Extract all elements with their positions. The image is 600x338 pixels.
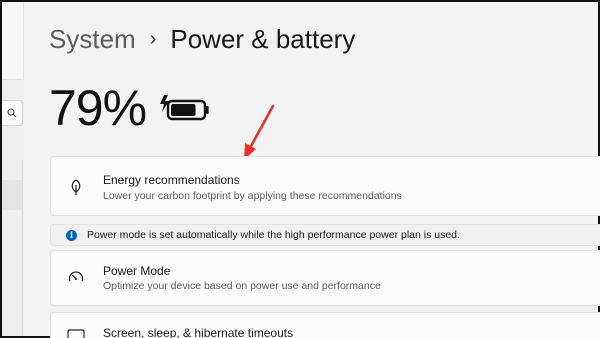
frame-border-top [0, 0, 600, 2]
annotation-arrow [244, 104, 275, 160]
page-title: Power & battery [170, 23, 356, 54]
sidebar-divider [22, 160, 23, 336]
card-title: Power Mode [103, 264, 171, 278]
info-banner-text: Power mode is set automatically while th… [87, 229, 460, 241]
battery-charging-icon [160, 95, 209, 121]
search-icon [7, 108, 17, 118]
breadcrumb-separator: › [149, 27, 157, 50]
power-mode-card[interactable]: Power Mode Optimize your device based on… [50, 250, 600, 306]
info-banner: i Power mode is set automatically while … [50, 224, 600, 246]
gauge-icon [68, 271, 84, 282]
battery-level-fill [171, 104, 196, 116]
sidebar-search-box[interactable] [2, 100, 23, 126]
sidebar-profile-area [2, 2, 24, 80]
breadcrumb-parent-link[interactable]: System [49, 24, 136, 55]
card-title: Energy recommendations [103, 173, 240, 187]
screen-sleep-icon [67, 329, 85, 338]
energy-recommendations-card[interactable]: Energy recommendations Lower your carbon… [50, 156, 600, 216]
sidebar-item-selected[interactable] [2, 180, 22, 210]
info-icon: i [66, 229, 77, 241]
card-subtitle: Optimize your device based on power use … [103, 280, 381, 292]
screen-sleep-card[interactable]: Screen, sleep, & hibernate timeouts [50, 312, 600, 338]
breadcrumb: System › Power & battery [49, 22, 355, 56]
leaf-icon [71, 179, 81, 195]
card-title: Screen, sleep, & hibernate timeouts [103, 326, 294, 338]
card-subtitle: Lower your carbon footprint by applying … [103, 190, 402, 202]
battery-status: 79% [49, 80, 210, 136]
battery-percentage: 79% [49, 80, 147, 136]
